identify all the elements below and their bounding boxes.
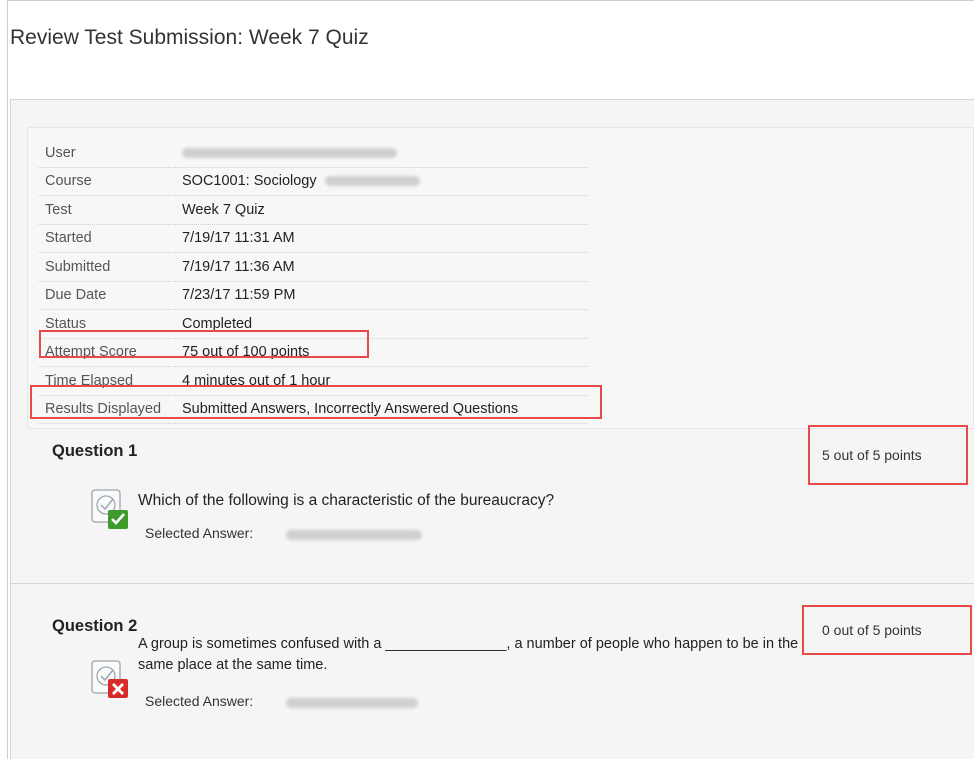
details-label: Due Date (38, 281, 175, 310)
redacted-value (182, 147, 397, 158)
question-1-selected-answer-label: Selected Answer: (145, 525, 254, 541)
details-label: Results Displayed (38, 395, 175, 424)
question-2-text-line-2: same place at the same time. (138, 657, 328, 673)
details-label: Course (38, 167, 175, 196)
details-value: 4 minutes out of 1 hour (175, 366, 587, 396)
question-2-text-line-1: A group is sometimes confused with a ___… (138, 636, 799, 652)
question-2-selected-answer-label: Selected Answer: (145, 693, 254, 709)
details-value-text: 7/23/17 11:59 PM (182, 287, 296, 304)
details-row: Time Elapsed 4 minutes out of 1 hour (38, 366, 587, 396)
question-separator (11, 583, 974, 584)
details-value: 7/19/17 11:36 AM (175, 252, 587, 282)
details-value: SOC1001: Sociology (175, 167, 587, 196)
details-value-text: 7/19/17 11:36 AM (182, 258, 295, 275)
details-label: Test (38, 195, 175, 225)
details-value-text: Completed (182, 315, 253, 332)
question-1-points: 5 out of 5 points (822, 447, 922, 463)
details-value-text: Submitted Answers, Incorrectly Answered … (182, 401, 519, 418)
details-value: 7/23/17 11:59 PM (175, 281, 587, 310)
details-value (175, 139, 587, 168)
details-value: 7/19/17 11:31 AM (175, 224, 587, 253)
details-row: User (38, 139, 587, 168)
redacted-value (324, 176, 420, 187)
details-value-text: 75 out of 100 points (182, 344, 310, 361)
details-label: User (38, 139, 175, 168)
question-1-title: Question 1 (52, 442, 138, 460)
details-row: Attempt Score 75 out of 100 points (38, 338, 587, 367)
details-row: Course SOC1001: Sociology (38, 167, 587, 196)
details-value: Completed (175, 309, 587, 339)
details-label: Started (38, 224, 175, 253)
question-1-text: Which of the following is a characterist… (138, 492, 555, 509)
details-value: Submitted Answers, Incorrectly Answered … (175, 395, 587, 424)
details-label: Submitted (38, 252, 175, 282)
details-row: Results Displayed Submitted Answers, Inco… (38, 395, 587, 424)
details-label: Time Elapsed (38, 366, 175, 396)
details-label: Status (38, 309, 175, 339)
details-value-text: Week 7 Quiz (182, 201, 265, 218)
question-2-selected-answer-value (286, 698, 418, 708)
question-2-points: 0 out of 5 points (822, 622, 922, 638)
page-title: Review Test Submission: Week 7 Quiz (10, 26, 369, 49)
details-value-text: 4 minutes out of 1 hour (182, 372, 331, 389)
details-value-text: 7/19/17 11:31 AM (182, 230, 295, 247)
details-row: Status Completed (38, 309, 587, 339)
incorrect-answer-icon (90, 660, 128, 698)
details-value: Week 7 Quiz (175, 195, 587, 225)
details-label: Attempt Score (38, 338, 175, 367)
details-value-text: SOC1001: Sociology (182, 173, 317, 190)
details-row: Started 7/19/17 11:31 AM (38, 224, 587, 253)
question-1-selected-answer-value (286, 530, 422, 540)
correct-answer-icon (90, 489, 128, 529)
details-row: Due Date 7/23/17 11:59 PM (38, 281, 587, 310)
details-value: 75 out of 100 points (175, 338, 587, 367)
submission-details-table: User Course SOC1001: Sociology Test Week 7 Q… (38, 139, 587, 424)
details-row: Submitted 7/19/17 11:36 AM (38, 252, 587, 282)
question-2-title: Question 2 (52, 617, 138, 635)
details-row: Test Week 7 Quiz (38, 195, 587, 225)
